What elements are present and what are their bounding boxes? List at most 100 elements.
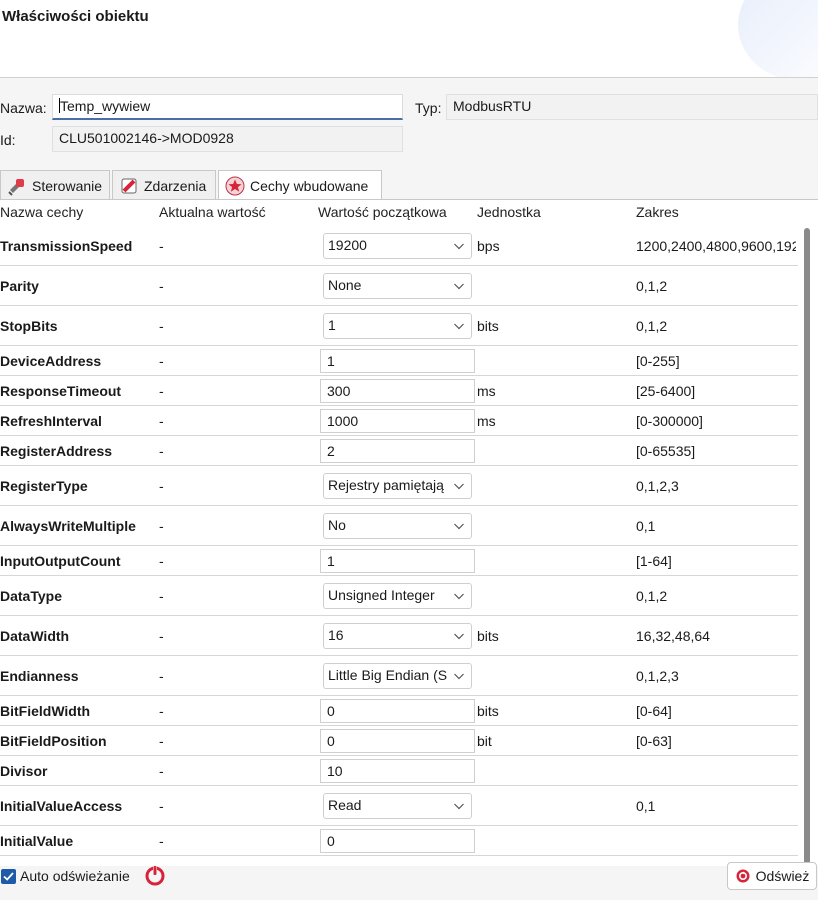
initial-value-input[interactable]: 1000 xyxy=(320,409,475,433)
initial-value-select[interactable]: Little Big Endian (S xyxy=(323,663,472,689)
current-value: - xyxy=(159,587,164,604)
table-row: DataWidth - 16 bits 16,32,48,64 xyxy=(0,616,798,656)
current-value: - xyxy=(159,552,164,569)
properties-panel: Nazwa: Temp_wywiew Typ: ModbusRTU Id: CL… xyxy=(0,78,818,900)
unit xyxy=(477,656,627,695)
feature-name: StopBits xyxy=(0,317,58,334)
select-value: No xyxy=(328,517,346,533)
select-value: Rejestry pamiętają xyxy=(328,477,444,493)
table-row: ResponseTimeout - 300 ms [25-6400] xyxy=(0,376,798,406)
table-row: InitialValue - 0 xyxy=(0,826,798,856)
window-title: Właściwości obiektu xyxy=(2,8,149,25)
initial-value-input[interactable]: 10 xyxy=(320,759,475,783)
feature-name: InputOutputCount xyxy=(0,552,121,569)
table-row: Parity - None 0,1,2 xyxy=(0,266,798,306)
type-value: ModbusRTU xyxy=(453,98,532,114)
feature-name: DataWidth xyxy=(0,627,70,644)
feature-name: ResponseTimeout xyxy=(0,382,122,399)
range: [0-63] xyxy=(636,732,672,749)
unit xyxy=(477,576,627,615)
refresh-button-label: Odśwież xyxy=(755,868,810,884)
tab-zdarzenia[interactable]: Zdarzenia xyxy=(112,170,216,200)
initial-value-input[interactable]: 300 xyxy=(320,379,475,403)
range xyxy=(636,756,796,785)
scrollbar-thumb[interactable] xyxy=(804,228,810,866)
tab-label: Cechy wbudowane xyxy=(250,178,369,194)
feature-name: RegisterAddress xyxy=(0,442,113,459)
name-field[interactable]: Temp_wywiew xyxy=(52,94,403,120)
initial-value-select[interactable]: 19200 xyxy=(323,233,472,259)
type-label: Typ: xyxy=(415,100,442,116)
range: [1-64] xyxy=(636,552,672,569)
tab-label: Zdarzenia xyxy=(144,177,207,194)
current-value: - xyxy=(159,352,164,369)
current-value: - xyxy=(159,797,164,814)
range: [25-6400] xyxy=(636,382,696,399)
feature-name: InitialValue xyxy=(0,832,74,849)
select-value: None xyxy=(328,277,362,293)
refresh-button[interactable]: Odśwież xyxy=(727,862,817,890)
auto-refresh-label: Auto odświeżanie xyxy=(20,868,130,884)
chevron-down-icon xyxy=(454,243,464,250)
select-value: 19200 xyxy=(328,237,367,253)
unit xyxy=(477,786,627,825)
features-grid: Nazwa cechy Aktualna wartość Wartość poc… xyxy=(0,200,818,866)
select-value: 1 xyxy=(328,317,336,333)
range: 0,1,2 xyxy=(636,587,668,604)
initial-value-input[interactable]: 1 xyxy=(320,349,475,373)
header-range: Zakres xyxy=(636,204,679,220)
feature-name: BitFieldPosition xyxy=(0,732,107,749)
initial-value-input[interactable]: 1 xyxy=(320,549,475,573)
table-row: StopBits - 1 bits 0,1,2 xyxy=(0,306,798,346)
initial-value-input[interactable]: 0 xyxy=(320,699,475,723)
unit xyxy=(477,266,627,305)
feature-name: Endianness xyxy=(0,667,79,684)
tab-cechy-wbudowane[interactable]: Cechy wbudowane xyxy=(218,170,382,201)
current-value: - xyxy=(159,762,164,779)
header-initial-value: Wartość początkowa xyxy=(318,204,447,220)
table-row: TransmissionSpeed - 19200 bps 1200,2400,4800… xyxy=(0,226,798,266)
name-value: Temp_wywiew xyxy=(60,98,151,114)
title-decoration xyxy=(738,0,818,77)
type-field: ModbusRTU xyxy=(446,94,818,120)
initial-value-select[interactable]: Unsigned Integer xyxy=(323,583,472,609)
initial-value-select[interactable]: No xyxy=(323,513,472,539)
initial-value-select[interactable]: Rejestry pamiętają xyxy=(323,473,472,499)
initial-value-select[interactable]: 1 xyxy=(323,313,472,339)
auto-refresh-checkbox[interactable] xyxy=(1,869,16,884)
select-value: Read xyxy=(328,797,362,813)
range: 0,1 xyxy=(636,797,656,814)
initial-value-select[interactable]: None xyxy=(323,273,472,299)
tab-sterowanie[interactable]: Sterowanie xyxy=(0,170,110,200)
range: [0-64] xyxy=(636,702,672,719)
feature-name: RefreshInterval xyxy=(0,412,102,429)
unit xyxy=(477,436,627,465)
unit xyxy=(477,346,627,375)
chevron-down-icon xyxy=(454,633,464,640)
initial-value-select[interactable]: 16 xyxy=(323,623,472,649)
unit xyxy=(477,756,627,785)
table-row: BitFieldPosition - 0 bit [0-63] xyxy=(0,726,798,756)
range: [0-255] xyxy=(636,352,680,369)
initial-value-input[interactable]: 2 xyxy=(320,439,475,463)
feature-name: RegisterType xyxy=(0,477,88,494)
feature-name: DataType xyxy=(0,587,62,604)
current-value: - xyxy=(159,732,164,749)
feature-name: DeviceAddress xyxy=(0,352,102,369)
initial-value-select[interactable]: Read xyxy=(323,793,472,819)
select-value: 16 xyxy=(328,627,344,643)
unit: bits xyxy=(477,627,499,644)
feature-name: Divisor xyxy=(0,762,48,779)
tab-label: Sterowanie xyxy=(32,177,103,194)
refresh-icon xyxy=(736,869,750,883)
range: 0,1,2 xyxy=(636,317,668,334)
table-row: Endianness - Little Big Endian (S 0,1,2,3 xyxy=(0,656,798,696)
initial-value-input[interactable]: 0 xyxy=(320,829,475,853)
vertical-scrollbar[interactable] xyxy=(802,210,812,866)
initial-value-input[interactable]: 0 xyxy=(320,729,475,753)
auto-refresh-icon xyxy=(145,865,165,886)
current-value: - xyxy=(159,477,164,494)
table-row: RegisterAddress - 2 [0-65535] xyxy=(0,436,798,466)
feature-name: TransmissionSpeed xyxy=(0,237,133,254)
range: [0-65535] xyxy=(636,442,696,459)
